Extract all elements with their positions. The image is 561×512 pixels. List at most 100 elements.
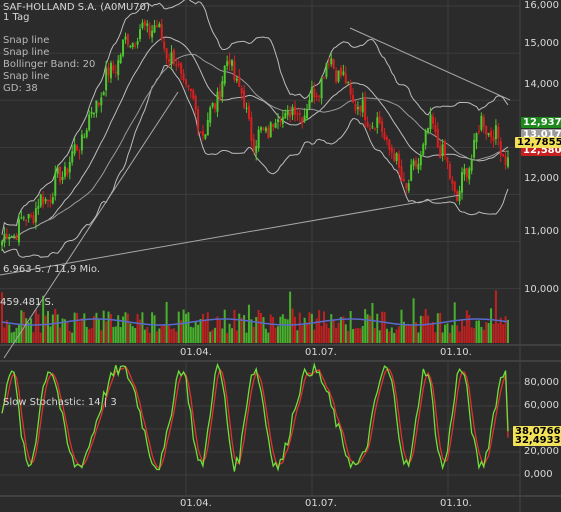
volume-bar: [146, 327, 149, 343]
candle-body: [27, 214, 30, 219]
volume-bar: [247, 304, 250, 343]
candle-body: [143, 21, 146, 26]
candle-body: [255, 146, 258, 154]
volume-bar: [177, 311, 180, 343]
candle-body: [463, 168, 466, 175]
volume-bar: [97, 318, 100, 343]
stochastic-label[interactable]: Slow Stochastic: 14 | 3: [3, 397, 117, 409]
volume-bar: [141, 312, 144, 343]
candle-body: [327, 63, 330, 65]
volume-bar: [189, 326, 192, 343]
volume-bar: [59, 327, 62, 343]
candle-body: [313, 88, 316, 98]
volume-bar: [320, 325, 323, 343]
volume-bar: [296, 330, 299, 343]
volume-bar: [107, 311, 110, 343]
candle-body: [247, 106, 250, 119]
volume-bar: [298, 312, 301, 343]
volume-bar: [163, 324, 166, 343]
volume-bar: [129, 323, 132, 343]
candle-body: [131, 43, 134, 47]
candle-body: [71, 151, 74, 163]
chart-canvas[interactable]: [0, 0, 561, 512]
date-tick: 01.10.: [440, 498, 472, 509]
volume-bar: [51, 314, 54, 343]
volume-bar: [507, 319, 509, 343]
volume-bar: [371, 302, 374, 343]
volume-bar: [482, 329, 485, 343]
volume-bar: [257, 310, 260, 343]
candle-body: [59, 166, 62, 182]
candle-body: [441, 144, 444, 156]
volume-bar: [71, 332, 74, 343]
volume-bar: [78, 321, 81, 343]
volume-bar: [451, 325, 454, 343]
stoch-tick: 80,000: [524, 377, 559, 388]
study-label-4[interactable]: Snap line: [3, 71, 49, 83]
volume-bar: [400, 309, 403, 343]
candle-body: [361, 99, 364, 113]
candle-body: [172, 50, 175, 64]
study-label-1[interactable]: Snap line: [3, 35, 49, 47]
candle-body: [153, 25, 156, 33]
volume-bar: [204, 320, 207, 343]
candle-body: [490, 130, 493, 138]
candle-body: [359, 105, 362, 111]
volume-bar: [281, 314, 284, 343]
volume-bar: [318, 310, 321, 343]
volume-bar: [383, 312, 386, 343]
volume-bar: [490, 308, 493, 343]
candle-body: [102, 92, 105, 96]
date-tick: 01.07.: [305, 498, 337, 509]
candle-body: [141, 22, 144, 28]
candle-body: [502, 154, 505, 157]
candle-body: [109, 62, 112, 79]
volume-bar: [313, 329, 316, 343]
candle-body: [429, 114, 432, 130]
volume-bar: [337, 322, 340, 343]
candle-body: [347, 81, 350, 83]
candle-body: [354, 103, 357, 111]
study-label-5[interactable]: GD: 38: [3, 83, 38, 95]
candle-body: [252, 138, 255, 151]
candle-body: [497, 126, 500, 139]
candle-body: [291, 106, 294, 116]
volume-bar: [214, 327, 217, 343]
volume-bar: [185, 313, 187, 343]
candle-body: [451, 179, 454, 184]
volume-bar: [221, 328, 224, 343]
volume-bar: [262, 317, 265, 343]
candle-body: [465, 167, 468, 178]
volume-bar: [124, 312, 127, 343]
study-label-3[interactable]: Bollinger Band: 20: [3, 59, 95, 71]
candle-body: [93, 112, 95, 115]
candle-body: [238, 76, 241, 87]
candle-body: [216, 91, 219, 112]
candle-body: [395, 153, 398, 161]
candle-body: [100, 97, 103, 106]
candle-body: [119, 54, 122, 64]
volume-bar: [448, 332, 451, 343]
candle-body: [163, 41, 166, 49]
candle-body: [330, 58, 333, 65]
volume-bar: [485, 322, 488, 343]
volume-bar: [291, 308, 294, 343]
volume-bar: [354, 328, 357, 343]
volume-bar: [361, 326, 364, 343]
volume-bar: [439, 312, 442, 343]
candle-body: [448, 163, 451, 179]
study-label-2[interactable]: Snap line: [3, 47, 49, 59]
candle-body: [25, 220, 28, 222]
candle-body: [306, 109, 309, 119]
volume-info-label: 6.963 S. / 11,9 Mio.: [3, 264, 101, 275]
volume-bar: [109, 314, 112, 343]
candle-body: [349, 83, 352, 95]
candle-body: [73, 144, 76, 154]
candle-body: [264, 127, 267, 132]
volume-bar: [245, 332, 248, 343]
volume-bar: [90, 327, 93, 343]
candle-body: [390, 147, 393, 153]
candle-body: [83, 136, 86, 138]
chart-window: SAF-HOLLAND S.A. (A0MU70) 1 Tag Snap lin…: [0, 0, 561, 512]
candle-body: [228, 59, 231, 65]
